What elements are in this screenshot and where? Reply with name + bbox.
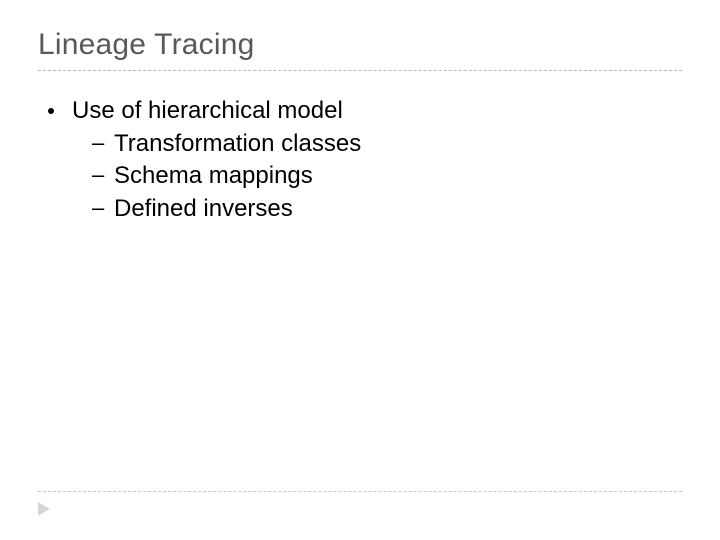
- bullet-dash-icon: –: [92, 194, 102, 222]
- bottom-underline: [38, 491, 682, 492]
- bullet-dash-icon: –: [92, 129, 102, 157]
- bullet-level2: – Schema mappings: [92, 161, 648, 192]
- bullet-text: Transformation classes: [114, 129, 361, 160]
- bullet-dot-icon: [48, 108, 54, 114]
- slide-title: Lineage Tracing: [38, 28, 255, 62]
- bullet-level1: Use of hierarchical model: [48, 96, 648, 127]
- bullet-text: Schema mappings: [114, 161, 313, 192]
- title-underline: [38, 70, 682, 71]
- bullet-text: Defined inverses: [114, 194, 293, 225]
- slide: Lineage Tracing Use of hierarchical mode…: [0, 0, 720, 540]
- bullet-level2: – Transformation classes: [92, 129, 648, 160]
- slide-body: Use of hierarchical model – Transformati…: [48, 96, 648, 227]
- bullet-level2: – Defined inverses: [92, 194, 648, 225]
- bullet-dash-icon: –: [92, 161, 102, 189]
- arrow-right-icon: [38, 502, 50, 516]
- bullet-text: Use of hierarchical model: [72, 96, 343, 127]
